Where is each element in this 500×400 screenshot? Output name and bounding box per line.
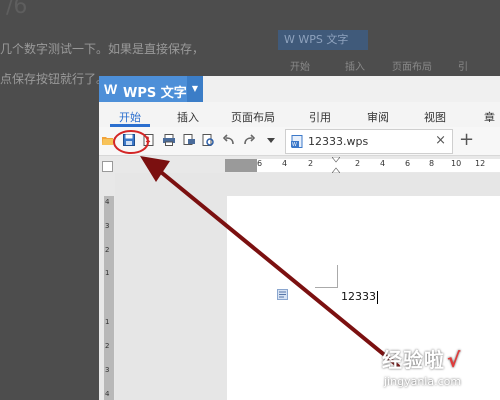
- vertical-ruler[interactable]: 4 3 2 1 1 2 3 4: [104, 196, 114, 400]
- ruler-tick-label: 2: [355, 159, 361, 168]
- tab-view[interactable]: 视图: [424, 109, 446, 125]
- margin-corner-mark: [315, 265, 338, 288]
- background-wps-title: W WPS 文字: [278, 30, 368, 50]
- chevron-down-icon[interactable]: ▼: [187, 76, 203, 102]
- ruler-tick-label: 1: [105, 269, 110, 277]
- export-pdf-icon[interactable]: [143, 134, 155, 146]
- close-tab-icon[interactable]: ×: [435, 133, 446, 148]
- menu-bar: 开始 插入 页面布局 引用 审阅 视图 章: [99, 102, 500, 127]
- tab-page-layout[interactable]: 页面布局: [231, 109, 275, 125]
- tab-review[interactable]: 审阅: [367, 109, 389, 125]
- ruler-tick-label: 2: [308, 159, 314, 168]
- ruler-tick-label: 10: [451, 159, 462, 168]
- ruler-tick-label: 2: [105, 342, 110, 350]
- app-title-button[interactable]: W WPS 文字 ▼: [99, 76, 203, 102]
- save-icon[interactable]: [123, 134, 135, 146]
- document-tab[interactable]: W 12333.wps ×: [285, 129, 453, 154]
- horizontal-ruler[interactable]: 6 4 2 2 4 6 8 10 12 14: [225, 157, 500, 173]
- undo-icon[interactable]: [223, 134, 235, 146]
- background-menu-item: 插入: [345, 62, 365, 73]
- app-title: WPS 文字: [123, 86, 187, 101]
- article-line-1: 几个数字测试一下。如果是直接保存，: [0, 42, 205, 56]
- ruler-tick-label: 4: [282, 159, 288, 168]
- tab-section[interactable]: 章: [484, 109, 495, 125]
- tab-stop-selector[interactable]: [102, 161, 113, 172]
- print-settings-icon[interactable]: [202, 134, 214, 146]
- step-label: /6: [6, 0, 28, 19]
- redo-icon[interactable]: [243, 134, 255, 146]
- title-bar: [203, 76, 500, 102]
- watermark-logo: 经验啦 √: [382, 344, 461, 373]
- print-preview-icon[interactable]: [183, 134, 195, 146]
- watermark-text: 经验啦: [382, 348, 445, 372]
- tab-references[interactable]: 引用: [309, 109, 331, 125]
- document-text: 12333: [341, 290, 376, 303]
- tab-insert[interactable]: 插入: [177, 109, 199, 125]
- paragraph-handle-icon[interactable]: [277, 289, 288, 300]
- ruler-tick-label: 6: [257, 159, 263, 168]
- document-tab-title: 12333.wps: [308, 135, 369, 148]
- ruler-tick-label: 2: [105, 246, 110, 254]
- quick-access-toolbar: W 12333.wps × +: [99, 127, 500, 156]
- watermark-url: jingyanla.com: [384, 375, 462, 388]
- ruler-tick-label: 6: [405, 159, 411, 168]
- article-line-2: 点保存按钮就行了。: [0, 72, 109, 86]
- ruler-tick-label: 4: [105, 198, 110, 206]
- ruler-tick-label: 1: [105, 318, 110, 326]
- ruler-tick-label: 4: [105, 390, 110, 398]
- svg-text:W: W: [292, 142, 297, 148]
- ruler-tick-label: 3: [105, 222, 110, 230]
- ruler-text-area: [257, 159, 500, 172]
- wps-logo-icon: W: [104, 81, 118, 97]
- background-menu-item: 页面布局: [392, 62, 432, 73]
- indent-marker-icon[interactable]: [332, 157, 340, 173]
- tab-home[interactable]: 开始: [119, 109, 141, 125]
- dropdown-icon[interactable]: [265, 134, 277, 146]
- check-icon: √: [447, 348, 462, 372]
- open-folder-icon[interactable]: [102, 134, 114, 146]
- new-tab-button[interactable]: +: [459, 129, 474, 150]
- wps-document-icon: W: [291, 135, 303, 148]
- ruler-tick-label: 8: [429, 159, 435, 168]
- ruler-tick-label: 12: [475, 159, 486, 168]
- document-body-text[interactable]: 12333: [341, 290, 378, 304]
- text-cursor: [377, 290, 378, 304]
- background-menu-item: 引: [458, 62, 468, 73]
- ruler-tick-label: 4: [380, 159, 386, 168]
- background-menu-item: 开始: [290, 62, 310, 73]
- print-icon[interactable]: [163, 134, 175, 146]
- ruler-tick-label: 3: [105, 366, 110, 374]
